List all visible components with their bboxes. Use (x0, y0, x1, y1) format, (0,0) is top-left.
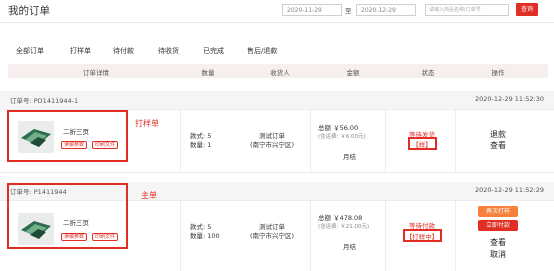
receiver-area: (南宁市兴宁区) (249, 232, 295, 240)
column-divider (455, 200, 456, 271)
pay-now-button[interactable]: 立即付款 (478, 220, 518, 231)
row-divider (0, 172, 554, 173)
tab-sample-orders[interactable]: 打样单 (70, 46, 91, 56)
search-input[interactable]: 请输入商品名称/订单号 (425, 4, 509, 16)
quantity-styles: 款式: 5 (190, 132, 212, 140)
tab-pending-payment[interactable]: 待付款 (113, 46, 134, 56)
column-header-status: 状态 (421, 69, 435, 77)
product-name: 二折三页 (63, 219, 89, 227)
start-date-input[interactable]: 2020-11-29 (282, 4, 342, 16)
status-tag: 【打样中】 (405, 233, 439, 241)
page-header: 我的订单 2020-11-29 至 2020-12-29 请输入商品名称/订单号… (0, 0, 554, 20)
column-divider (385, 109, 386, 172)
product-name: 二折三页 (63, 128, 89, 136)
column-header-actions: 操作 (491, 69, 505, 77)
column-header-quantity: 数量 (201, 69, 215, 77)
tab-pending-receipt[interactable]: 待收货 (158, 46, 179, 56)
resample-button[interactable]: 再次打样 (478, 206, 518, 217)
tab-all-orders[interactable]: 全部订单 (16, 46, 44, 56)
column-divider (310, 200, 311, 271)
file-chip[interactable]: 印刷文件 (92, 233, 119, 241)
payment-method: 月结 (343, 243, 356, 251)
column-header-details: 订单详情 (83, 69, 109, 77)
order-header: 订单号: PD1411944-1 2020-12-29 11:52:30 (0, 91, 554, 109)
refund-link[interactable]: 退款 (490, 129, 506, 140)
quantity-count: 数量: 1 (190, 141, 212, 149)
cancel-link[interactable]: 取消 (490, 249, 506, 260)
amount-total: 总额 ￥56.00 (318, 124, 359, 132)
page-title: 我的订单 (8, 5, 50, 17)
view-link[interactable]: 查看 (490, 140, 506, 151)
receiver-area: (南宁市兴宁区) (249, 141, 295, 149)
product-thumbnail[interactable] (18, 213, 54, 245)
params-chip[interactable]: 读稿参数 (61, 233, 88, 241)
table-header: 订单详情 数量 收货人 金额 状态 操作 (8, 64, 548, 78)
order-type-label: 主单 (141, 191, 157, 200)
status-tag: 【样】 (412, 141, 432, 149)
payment-method: 月结 (343, 153, 356, 161)
params-chip[interactable]: 读稿参数 (61, 141, 88, 149)
quantity-styles: 款式: 5 (190, 223, 212, 231)
column-divider (180, 109, 181, 172)
amount-shipping: (含运费: ￥21.00元) (318, 224, 370, 230)
amount-shipping: (含运费: ￥6.00元) (318, 134, 366, 140)
order-time: 2020-12-29 11:52:30 (474, 95, 544, 103)
order-time: 2020-12-29 11:52:29 (474, 186, 544, 194)
tab-completed[interactable]: 已完成 (203, 46, 224, 56)
tab-after-sales[interactable]: 售后/退款 (247, 46, 277, 56)
order-number: 订单号: PD1411944-1 (10, 97, 79, 105)
column-divider (310, 109, 311, 172)
column-divider (455, 109, 456, 172)
view-link[interactable]: 查看 (490, 237, 506, 248)
amount-total: 总额 ￥478.08 (318, 214, 363, 222)
receiver-name: 测试订单 (259, 223, 285, 231)
column-header-receiver: 收货人 (270, 69, 290, 77)
search-button[interactable]: 查询 (516, 3, 538, 16)
date-separator: 至 (345, 7, 352, 15)
header-divider (0, 22, 554, 23)
product-thumbnail[interactable] (18, 121, 54, 153)
column-divider (180, 200, 181, 271)
file-chip[interactable]: 印刷文件 (92, 141, 119, 149)
column-divider (385, 200, 386, 271)
column-header-amount: 金额 (346, 69, 360, 77)
end-date-input[interactable]: 2020-12-29 (356, 4, 416, 16)
quantity-count: 数量: 100 (190, 232, 220, 240)
receiver-name: 测试订单 (259, 132, 285, 140)
order-type-label: 打样单 (135, 119, 159, 128)
